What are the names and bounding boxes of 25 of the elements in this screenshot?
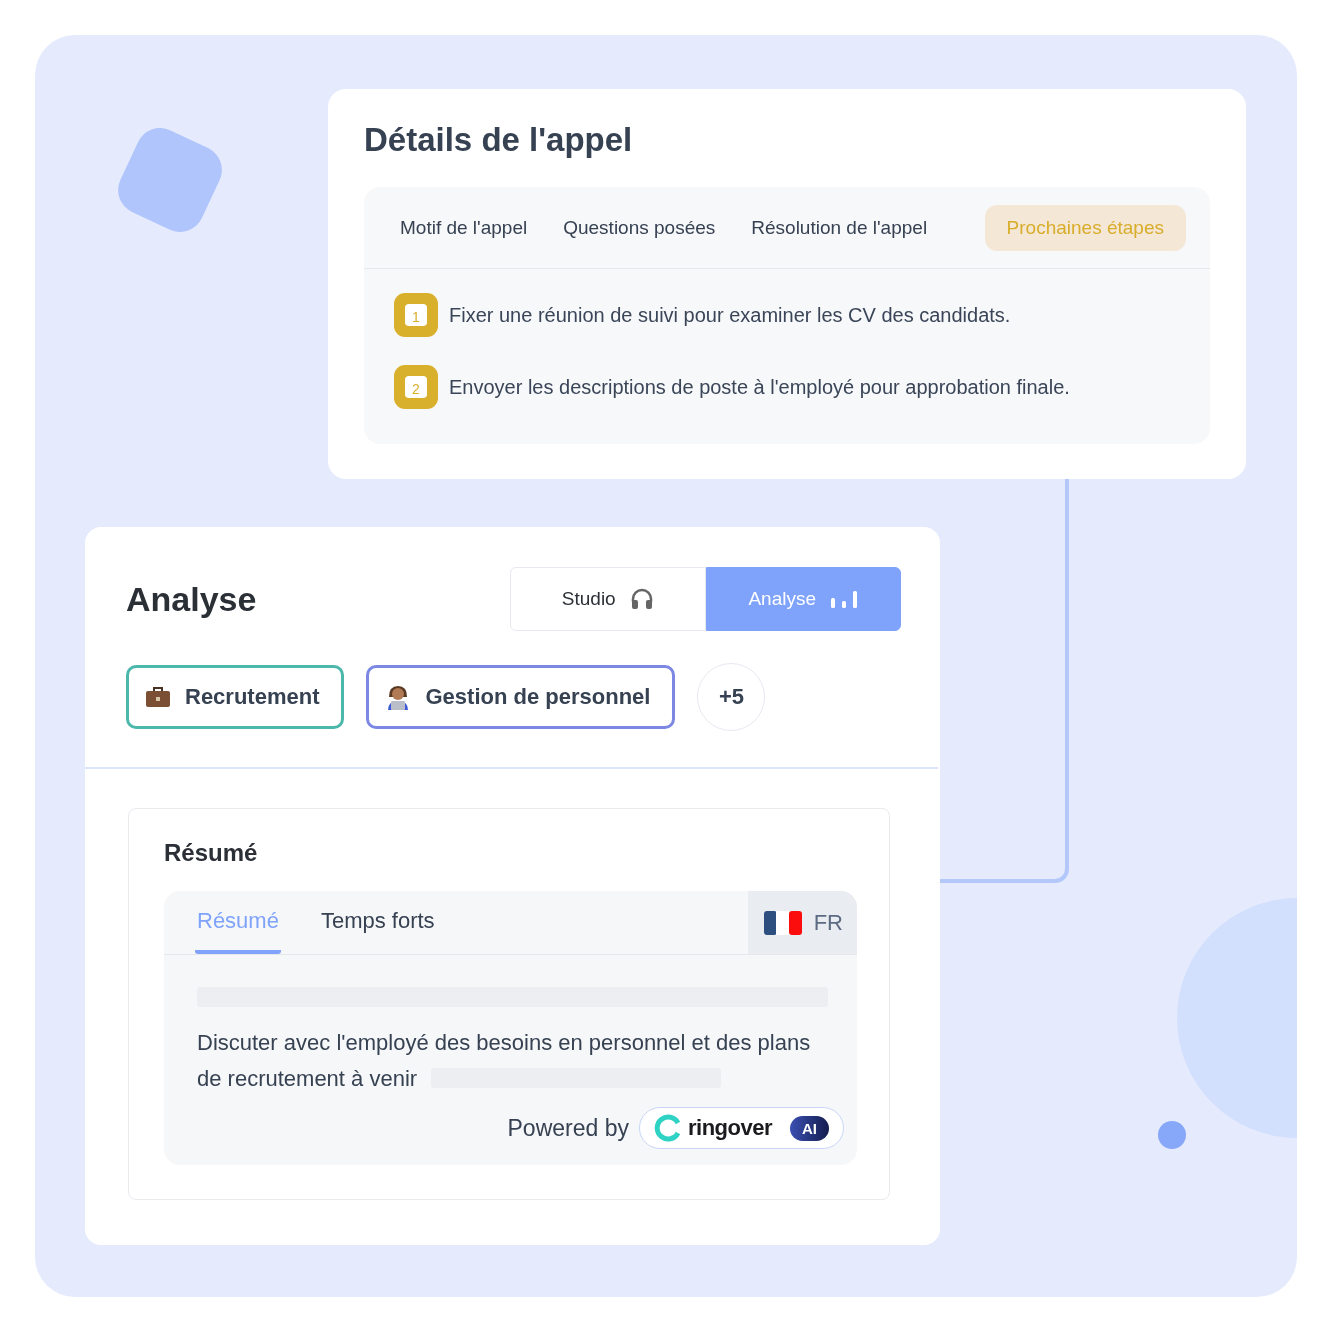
details-tab[interactable]: Résolution de l'appel [737, 204, 942, 251]
card-title: Analyse [126, 579, 257, 619]
details-tab[interactable]: Questions posées [549, 204, 730, 251]
details-tab[interactable]: Motif de l'appel [386, 204, 542, 251]
bar-chart-icon [830, 590, 859, 608]
flag-icon [763, 910, 802, 935]
headphones-icon [629, 588, 654, 610]
mode-toggle[interactable]: Studio [510, 567, 706, 631]
step-text: Envoyer les descriptions de poste à l'employé pour approbation finale. [449, 375, 1070, 399]
powered-by-label: Powered by [507, 1114, 629, 1142]
dot-shape [1158, 1121, 1186, 1149]
summary-text: Discuter avec l'employé des besoins en personnel et des plans de recrutement à venir [197, 1029, 812, 1093]
briefcase-icon [145, 686, 171, 708]
topic-tag[interactable]: Recrutement [126, 665, 345, 729]
card-title: Détails de l'appel [364, 121, 634, 159]
language-selector[interactable]: FR [747, 891, 857, 954]
ring-logo-icon [653, 1114, 682, 1142]
summary-tab[interactable]: Temps forts [318, 891, 437, 954]
calendar-icon: 1 [394, 293, 438, 337]
calendar-icon: 2 [394, 365, 438, 409]
step-text: Fixer une réunion de suivi pour examiner les CV des candidats. [449, 303, 1011, 327]
more-tags-button[interactable]: +5 [697, 663, 766, 731]
brand-logo: ringover AI [638, 1107, 844, 1149]
section-title: Résumé [164, 839, 259, 867]
topic-tag[interactable]: Gestion de personnel [366, 665, 676, 729]
